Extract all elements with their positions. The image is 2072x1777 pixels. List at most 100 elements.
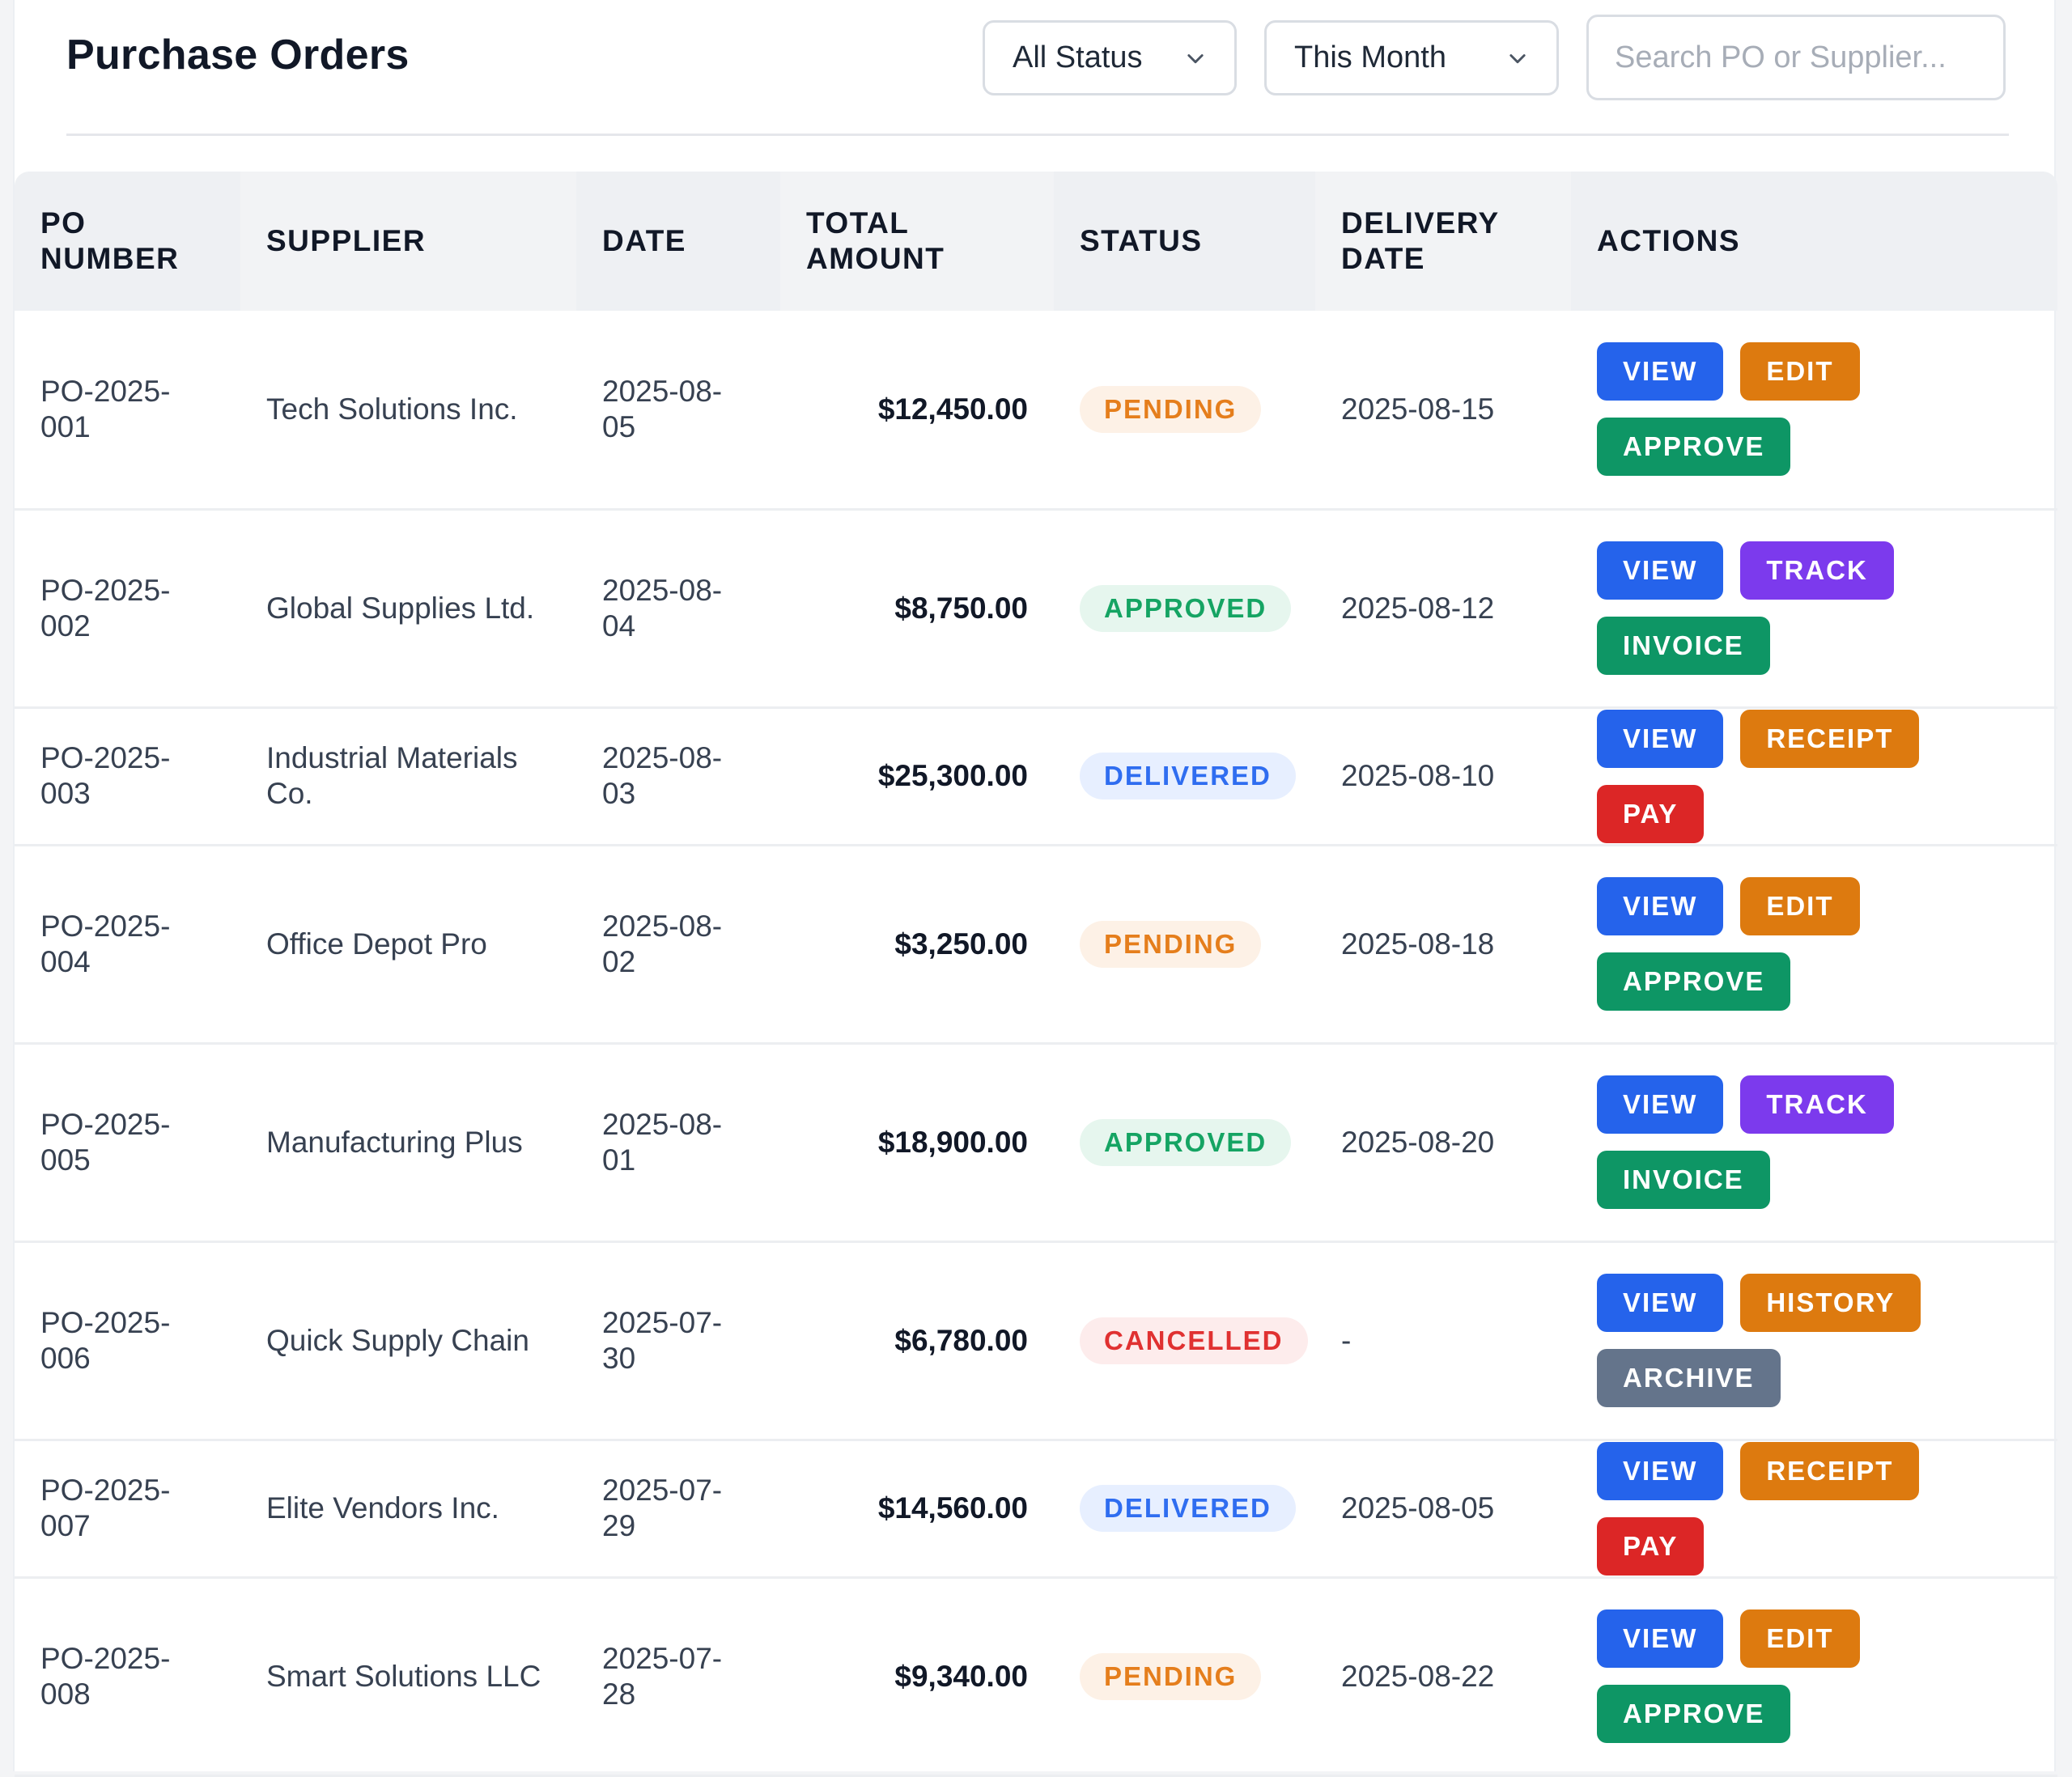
table-row[interactable]: PO-2025-008 Smart Solutions LLC 2025-07-28… [15,1577,2057,1777]
column-header-date: DATE [576,172,780,311]
date-cell: 2025-08-01 [576,1043,780,1243]
action-buttons: VIEW HISTORY ARCHIVE [1597,1274,2032,1407]
supplier-cell: Global Supplies Ltd. [240,509,576,709]
delivery-date-cell: 2025-08-18 [1315,845,1571,1045]
status-filter-value: All Status [1013,40,1143,74]
action-buttons: VIEW EDIT APPROVE [1597,342,2032,477]
track-button[interactable]: TRACK [1740,541,1894,600]
view-button[interactable]: VIEW [1597,1609,1724,1668]
table-header-row: PO NUMBER SUPPLIER DATE TOTAL AMOUNT STATUS D… [15,172,2057,311]
edit-button[interactable]: EDIT [1740,877,1860,935]
status-badge: APPROVED [1080,584,1292,632]
total-amount-cell: $14,560.00 [780,1440,1054,1579]
pay-button[interactable]: PAY [1597,1516,1705,1576]
edit-button[interactable]: EDIT [1740,342,1860,401]
supplier-cell: Elite Vendors Inc. [240,1440,576,1579]
view-button[interactable]: VIEW [1597,541,1724,600]
column-header-supplier: SUPPLIER [240,172,576,311]
delivery-date-cell: - [1315,1241,1571,1441]
history-button[interactable]: HISTORY [1740,1274,1921,1332]
status-badge: PENDING [1080,920,1262,968]
total-amount-cell: $9,340.00 [780,1577,1054,1777]
receipt-button[interactable]: RECEIPT [1740,709,1920,768]
total-amount-cell: $6,780.00 [780,1241,1054,1441]
table-row[interactable]: PO-2025-001 Tech Solutions Inc. 2025-08-05… [15,311,2057,511]
approve-button[interactable]: APPROVE [1597,952,1791,1011]
supplier-cell: Industrial Materials Co. [240,707,576,846]
po-number-cell: PO-2025-001 [15,311,240,511]
po-number-cell: PO-2025-003 [15,707,240,846]
delivery-date-cell: 2025-08-05 [1315,1440,1571,1579]
action-buttons: VIEW EDIT APPROVE [1597,877,2032,1011]
table-row[interactable]: PO-2025-004 Office Depot Pro 2025-08-02 $3,… [15,845,2057,1045]
status-cell: DELIVERED [1054,1440,1315,1579]
actions-cell: VIEW TRACK INVOICE [1571,509,2057,709]
column-header-po-number: PO NUMBER [15,172,240,311]
table-row[interactable]: PO-2025-002 Global Supplies Ltd. 2025-08-0… [15,509,2057,709]
supplier-cell: Tech Solutions Inc. [240,311,576,511]
table-row[interactable]: PO-2025-005 Manufacturing Plus 2025-08-01 $… [15,1043,2057,1243]
chevron-down-icon [1509,53,1526,63]
approve-button[interactable]: APPROVE [1597,418,1791,477]
delivery-date-cell: 2025-08-22 [1315,1577,1571,1777]
column-header-total-amount: TOTAL AMOUNT [780,172,1054,311]
status-badge: APPROVED [1080,1118,1292,1166]
status-badge: DELIVERED [1080,753,1296,799]
view-button[interactable]: VIEW [1597,1274,1724,1332]
status-badge: CANCELLED [1080,1317,1308,1364]
period-filter-value: This Month [1294,40,1446,74]
archive-button[interactable]: ARCHIVE [1597,1349,1781,1407]
action-buttons: VIEW TRACK INVOICE [1597,541,2032,675]
invoice-button[interactable]: INVOICE [1597,1151,1770,1209]
date-cell: 2025-07-28 [576,1577,780,1777]
view-button[interactable]: VIEW [1597,1075,1724,1134]
status-cell: PENDING [1054,845,1315,1045]
approve-button[interactable]: APPROVE [1597,1685,1791,1743]
status-cell: PENDING [1054,311,1315,511]
view-button[interactable]: VIEW [1597,877,1724,935]
delivery-date-cell: 2025-08-15 [1315,311,1571,511]
action-buttons: VIEW EDIT APPROVE [1597,1609,2032,1743]
date-cell: 2025-08-04 [576,509,780,709]
chevron-down-icon [1187,53,1204,63]
status-badge: PENDING [1080,1652,1262,1700]
delivery-date-cell: 2025-08-20 [1315,1043,1571,1243]
po-number-cell: PO-2025-006 [15,1241,240,1441]
status-badge: DELIVERED [1080,1485,1296,1532]
actions-cell: VIEW HISTORY ARCHIVE [1571,1241,2057,1441]
supplier-cell: Manufacturing Plus [240,1043,576,1243]
total-amount-cell: $12,450.00 [780,311,1054,511]
edit-button[interactable]: EDIT [1740,1609,1860,1668]
date-cell: 2025-07-30 [576,1241,780,1441]
view-button[interactable]: VIEW [1597,709,1724,768]
delivery-date-cell: 2025-08-10 [1315,707,1571,846]
supplier-cell: Smart Solutions LLC [240,1577,576,1777]
actions-cell: VIEW EDIT APPROVE [1571,845,2057,1045]
invoice-button[interactable]: INVOICE [1597,617,1770,675]
total-amount-cell: $8,750.00 [780,509,1054,709]
po-number-cell: PO-2025-002 [15,509,240,709]
total-amount-cell: $3,250.00 [780,845,1054,1045]
table-row[interactable]: PO-2025-006 Quick Supply Chain 2025-07-30 $… [15,1241,2057,1441]
status-cell: APPROVED [1054,1043,1315,1243]
period-filter-dropdown[interactable]: This Month [1264,20,1559,95]
track-button[interactable]: TRACK [1740,1075,1894,1134]
status-cell: DELIVERED [1054,707,1315,846]
view-button[interactable]: VIEW [1597,342,1724,401]
table-row[interactable]: PO-2025-003 Industrial Materials Co. 2025-… [15,707,2057,846]
po-number-cell: PO-2025-008 [15,1577,240,1777]
receipt-button[interactable]: RECEIPT [1740,1441,1920,1500]
view-button[interactable]: VIEW [1597,1441,1724,1500]
actions-cell: VIEW RECEIPT PAY [1571,1440,2057,1579]
po-number-cell: PO-2025-005 [15,1043,240,1243]
status-filter-dropdown[interactable]: All Status [983,20,1237,95]
column-header-status: STATUS [1054,172,1315,311]
pay-button[interactable]: PAY [1597,784,1705,843]
column-header-actions: ACTIONS [1571,172,2057,311]
po-number-cell: PO-2025-007 [15,1440,240,1579]
header-divider [66,134,2009,136]
table-row[interactable]: PO-2025-007 Elite Vendors Inc. 2025-07-29 $… [15,1440,2057,1579]
search-input[interactable] [1586,15,2006,100]
supplier-cell: Office Depot Pro [240,845,576,1045]
actions-cell: VIEW EDIT APPROVE [1571,311,2057,511]
